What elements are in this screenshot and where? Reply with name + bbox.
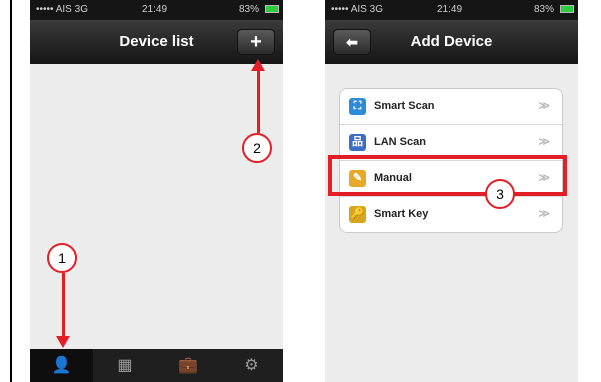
tab-settings[interactable]: ⚙ — [220, 349, 283, 382]
menu-item-label: Smart Key — [374, 208, 429, 220]
add-device-button[interactable]: + — [237, 29, 275, 55]
menu-item-smart-key[interactable]: 🔑 Smart Key ≫ — [340, 197, 562, 232]
grid-icon: ▦ — [117, 357, 133, 374]
status-battery: 83% — [238, 4, 259, 15]
device-list-screen: ••••• AIS 3G 21:49 83% Device list + 👤 ▦… — [30, 0, 283, 382]
tab-devices[interactable]: 👤 — [30, 349, 94, 382]
chevron-right-icon: ≫ — [538, 136, 550, 148]
menu-item-label: Smart Scan — [374, 100, 435, 112]
annotation-circle-1: 1 — [47, 243, 77, 273]
menu-item-smart-scan[interactable]: ⛶ Smart Scan ≫ — [340, 89, 562, 125]
page-title: Add Device — [410, 33, 493, 50]
status-bar: ••••• AIS 3G 21:49 83% — [30, 0, 283, 20]
annotation-circle-3: 3 — [485, 179, 515, 209]
annotation-arrow-1-head — [56, 336, 70, 348]
menu-item-label: LAN Scan — [374, 136, 426, 148]
status-carrier: ••••• AIS 3G — [36, 4, 88, 15]
annotation-arrow-1-line — [62, 273, 65, 336]
nav-bar: ⬅ Add Device — [325, 20, 578, 64]
chevron-right-icon: ≫ — [538, 208, 550, 220]
briefcase-icon: 💼 — [178, 357, 199, 374]
left-border-line — [10, 0, 12, 382]
tab-tools[interactable]: 💼 — [157, 349, 220, 382]
tab-grid[interactable]: ▦ — [93, 349, 156, 382]
status-carrier: ••••• AIS 3G — [331, 4, 383, 15]
add-device-screen: ••••• AIS 3G 21:49 83% ⬅ Add Device ⛶ Sm… — [325, 0, 578, 382]
status-time: 21:49 — [437, 4, 463, 15]
battery-icon — [560, 5, 574, 13]
annotation-arrow-2-line — [257, 70, 260, 133]
status-time: 21:49 — [142, 4, 168, 15]
scan-icon: ⛶ — [349, 98, 366, 115]
chevron-right-icon: ≫ — [538, 100, 550, 112]
annotation-circle-2: 2 — [242, 133, 272, 163]
battery-icon — [265, 5, 279, 13]
key-icon: 🔑 — [349, 206, 366, 223]
person-icon: 👤 — [51, 357, 72, 374]
highlight-box-manual — [328, 155, 567, 196]
status-battery: 83% — [533, 4, 554, 15]
tab-bar: 👤 ▦ 💼 ⚙ — [30, 349, 283, 382]
status-bar: ••••• AIS 3G 21:49 83% — [325, 0, 578, 20]
network-icon: 品 — [349, 134, 366, 151]
gear-icon: ⚙ — [244, 357, 259, 374]
nav-bar: Device list + — [30, 20, 283, 64]
